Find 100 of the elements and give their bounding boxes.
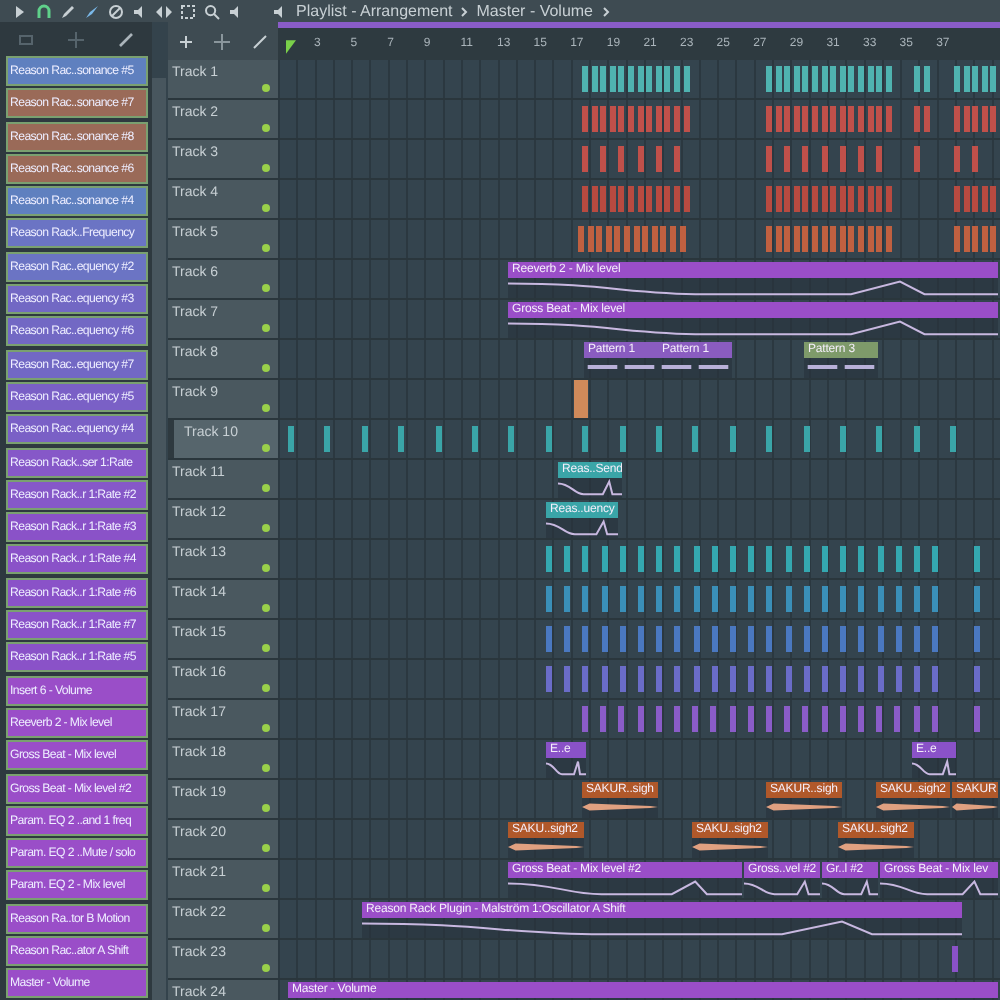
pattern-clip[interactable] [963, 186, 970, 212]
pattern-clip[interactable] [614, 226, 621, 252]
pattern-clip[interactable] [822, 546, 828, 572]
pattern-clip[interactable] [839, 706, 846, 732]
pattern-clip[interactable] [664, 186, 671, 212]
pattern-clip[interactable] [766, 666, 773, 692]
pattern-clip[interactable] [582, 426, 589, 452]
clip-body[interactable] [744, 878, 820, 898]
pattern-clip[interactable] [954, 106, 960, 132]
pattern-clip[interactable] [885, 226, 892, 252]
pattern-clip[interactable] [646, 66, 653, 92]
pattern-clip[interactable] [932, 626, 939, 652]
playhead-marker-icon[interactable] [286, 40, 296, 54]
pattern-clip[interactable] [812, 226, 818, 252]
pattern-clip[interactable] [633, 226, 640, 252]
clip-body[interactable] [838, 838, 914, 858]
clip-body[interactable] [952, 798, 998, 818]
pattern-clip[interactable] [692, 706, 699, 732]
pattern-clip[interactable] [609, 186, 616, 212]
move-icon[interactable] [67, 31, 84, 47]
pattern-clip[interactable] [981, 226, 988, 252]
track-enable-dot[interactable] [262, 644, 270, 652]
track-enable-dot[interactable] [262, 124, 270, 132]
pattern-clip[interactable] [683, 66, 690, 92]
track-enable-dot[interactable] [262, 604, 270, 612]
pattern-clip[interactable] [574, 380, 588, 418]
pattern-clip[interactable] [637, 106, 644, 132]
pattern-clip[interactable] [877, 586, 884, 612]
pattern-clip[interactable] [972, 146, 979, 172]
pattern-clip[interactable] [974, 586, 980, 612]
pattern-clip[interactable] [674, 106, 680, 132]
pattern-clip[interactable] [839, 66, 846, 92]
pattern-clip[interactable] [923, 106, 930, 132]
pattern-clip[interactable] [637, 706, 644, 732]
pattern-clip[interactable] [867, 186, 874, 212]
pattern-clip[interactable] [748, 586, 755, 612]
pattern-clip[interactable] [876, 426, 883, 452]
pattern-clip[interactable] [609, 66, 616, 92]
pattern-clip[interactable] [876, 146, 883, 172]
pattern-clip[interactable] [821, 226, 828, 252]
pattern-clip[interactable] [839, 146, 846, 172]
pattern-clip[interactable] [596, 226, 603, 252]
pattern-clip[interactable] [963, 226, 970, 252]
track-enable-dot[interactable] [262, 484, 270, 492]
pattern-clip[interactable] [656, 586, 663, 612]
pattern-clip[interactable] [784, 106, 791, 132]
pattern-clip[interactable] [693, 626, 700, 652]
select-icon[interactable] [180, 3, 196, 19]
pattern-clip[interactable] [692, 426, 699, 452]
pattern-clip[interactable] [730, 546, 736, 572]
track-enable-dot[interactable] [262, 924, 270, 932]
pattern-clip[interactable] [711, 626, 718, 652]
pattern-clip[interactable] [839, 226, 846, 252]
clip-body[interactable] [876, 798, 950, 818]
pattern-clip[interactable] [785, 546, 792, 572]
pattern-clip[interactable] [858, 66, 864, 92]
pattern-clip[interactable] [802, 106, 809, 132]
pattern-clip[interactable] [848, 186, 855, 212]
pattern-clip[interactable] [803, 586, 810, 612]
pattern-clip[interactable] [840, 426, 846, 452]
pattern-clip[interactable] [784, 186, 791, 212]
pattern-clip[interactable] [963, 66, 970, 92]
pattern-clip[interactable] [840, 626, 847, 652]
add-icon[interactable] [178, 33, 195, 49]
pattern-clip[interactable] [877, 546, 884, 572]
pattern-clip[interactable] [932, 546, 939, 572]
pattern-clip[interactable] [711, 586, 718, 612]
panel-icon[interactable] [17, 31, 34, 47]
pattern-clip[interactable] [729, 426, 736, 452]
pattern-clip[interactable] [867, 66, 874, 92]
pattern-clip[interactable] [793, 186, 800, 212]
pattern-clip[interactable] [848, 106, 855, 132]
pattern-clip[interactable] [885, 186, 892, 212]
pattern-clip[interactable] [664, 66, 671, 92]
pattern-clip[interactable] [954, 146, 960, 172]
pattern-clip[interactable] [670, 226, 676, 252]
pattern-clip[interactable] [766, 586, 773, 612]
pattern-clip[interactable] [954, 226, 960, 252]
pattern-clip[interactable] [793, 66, 800, 92]
pattern-clip[interactable] [601, 626, 608, 652]
pattern-clip[interactable] [655, 146, 662, 172]
clip-body[interactable] [804, 358, 878, 378]
pattern-clip[interactable] [822, 666, 828, 692]
pattern-clip[interactable] [775, 106, 782, 132]
pattern-clip[interactable] [867, 106, 874, 132]
clip-body[interactable] [692, 838, 768, 858]
pattern-clip[interactable] [600, 66, 607, 92]
pattern-clip[interactable] [656, 666, 663, 692]
pattern-clip[interactable] [591, 186, 598, 212]
pattern-clip[interactable] [858, 706, 864, 732]
pattern-clip[interactable] [972, 186, 979, 212]
pattern-clip[interactable] [821, 146, 828, 172]
pattern-clip[interactable] [812, 186, 818, 212]
pattern-clip[interactable] [784, 66, 791, 92]
pattern-clip[interactable] [693, 666, 700, 692]
pattern-clip[interactable] [637, 66, 644, 92]
pattern-clip[interactable] [821, 706, 828, 732]
clip-body[interactable] [880, 878, 998, 898]
pattern-clip[interactable] [710, 706, 717, 732]
pattern-clip[interactable] [775, 66, 782, 92]
